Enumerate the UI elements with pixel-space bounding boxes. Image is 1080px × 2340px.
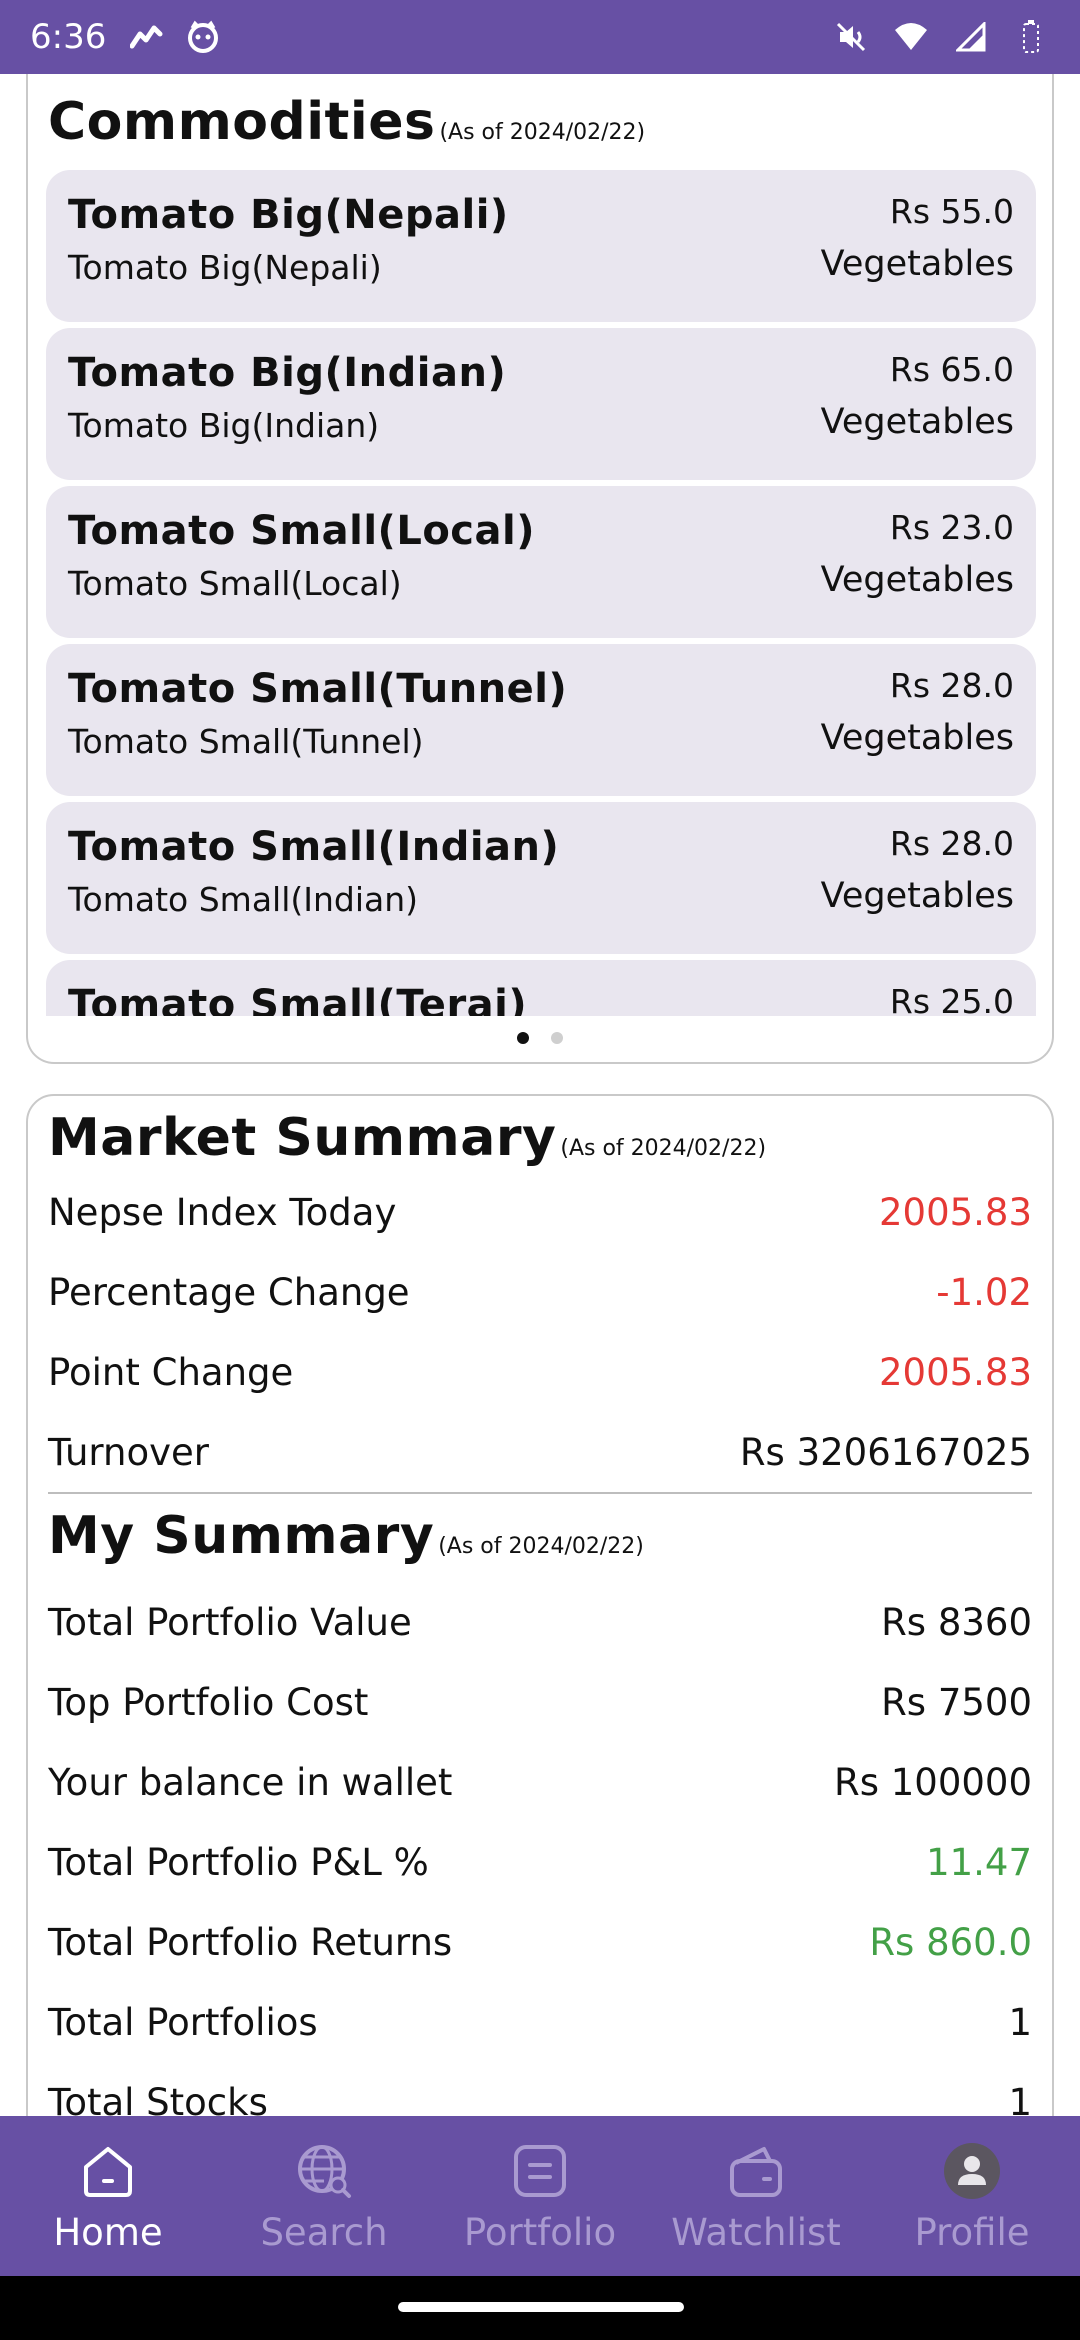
row-value: Rs 100000 <box>834 1760 1032 1804</box>
nav-watchlist[interactable]: Watchlist <box>648 2116 864 2276</box>
summary-row: Turnover Rs 3206167025 <box>28 1412 1052 1492</box>
page-dot-active[interactable] <box>517 1032 529 1044</box>
page-dot[interactable] <box>551 1032 563 1044</box>
commodity-item[interactable]: Tomato Small(Local) Tomato Small(Local) … <box>46 486 1036 638</box>
commodity-category: Vegetables <box>820 244 1014 284</box>
wifi-icon <box>892 18 930 56</box>
summary-row: Total Portfolios 1 <box>28 1982 1052 2062</box>
commodity-subtitle: Tomato Small(Local) <box>68 564 402 603</box>
cat-face-icon <box>184 18 222 56</box>
row-value: 11.47 <box>926 1840 1032 1884</box>
nav-search[interactable]: Search <box>216 2116 432 2276</box>
row-label: Turnover <box>48 1430 209 1474</box>
commodity-name: Tomato Small(Local) <box>68 508 535 554</box>
commodity-price: Rs 65.0 <box>889 350 1014 389</box>
portfolio-icon <box>508 2139 572 2203</box>
row-value: -1.02 <box>936 1270 1032 1314</box>
commodity-name: Tomato Small(Indian) <box>68 824 560 870</box>
commodity-category: Vegetables <box>820 402 1014 442</box>
row-value: 2005.83 <box>878 1190 1032 1234</box>
status-time: 6:36 <box>30 17 107 57</box>
activity-icon <box>128 18 166 56</box>
commodities-as-of: (As of 2024/02/22) <box>439 120 646 145</box>
commodity-subtitle: Tomato Big(Nepali) <box>68 248 382 287</box>
commodity-item[interactable]: Tomato Small(Tunnel) Tomato Small(Tunnel… <box>46 644 1036 796</box>
commodity-category: Vegetables <box>820 876 1014 916</box>
nav-home-label: Home <box>53 2210 163 2254</box>
commodity-price: Rs 23.0 <box>889 508 1014 547</box>
summary-row: Top Portfolio Cost Rs 7500 <box>28 1662 1052 1742</box>
summary-row: Your balance in wallet Rs 100000 <box>28 1742 1052 1822</box>
nav-profile[interactable]: Profile <box>864 2116 1080 2276</box>
commodity-subtitle: Tomato Small(Tunnel) <box>68 722 424 761</box>
row-label: Point Change <box>48 1350 294 1394</box>
summary-row: Total Portfolio P&L % 11.47 <box>28 1822 1052 1902</box>
nav-profile-label: Profile <box>914 2210 1030 2254</box>
summary-row: Percentage Change -1.02 <box>28 1252 1052 1332</box>
row-label: Total Portfolio Value <box>48 1600 412 1644</box>
wallet-icon <box>724 2139 788 2203</box>
row-label: Top Portfolio Cost <box>48 1680 369 1724</box>
row-value: Rs 8360 <box>881 1600 1032 1644</box>
nav-portfolio-label: Portfolio <box>463 2210 617 2254</box>
signal-icon <box>952 18 990 56</box>
nav-portfolio[interactable]: Portfolio <box>432 2116 648 2276</box>
commodity-subtitle: Tomato Small(Indian) <box>68 880 419 919</box>
home-gesture-pill[interactable] <box>398 2302 684 2312</box>
row-value: Rs 7500 <box>881 1680 1032 1724</box>
summary-row: Total Portfolio Returns Rs 860.0 <box>28 1902 1052 1982</box>
commodities-card: Commodities (As of 2024/02/22) Tomato Bi… <box>26 74 1054 1064</box>
commodity-price: Rs 28.0 <box>889 824 1014 863</box>
commodity-name: Tomato Big(Nepali) <box>68 192 509 238</box>
commodities-title: Commodities <box>48 92 436 152</box>
market-summary-as-of: (As of 2024/02/22) <box>560 1136 767 1161</box>
row-label: Total Portfolio P&L % <box>48 1840 429 1884</box>
summary-row: Nepse Index Today 2005.83 <box>28 1172 1052 1252</box>
row-label: Your balance in wallet <box>48 1760 453 1804</box>
bottom-navigation: Home Search Portfolio Watchlist Profile <box>0 2116 1080 2276</box>
status-bar: 6:36 <box>0 0 1080 74</box>
row-label: Nepse Index Today <box>48 1190 397 1234</box>
globe-search-icon <box>292 2139 356 2203</box>
commodity-item[interactable]: Tomato Big(Indian) Tomato Big(Indian) Rs… <box>46 328 1036 480</box>
commodity-price: Rs 25.0 <box>889 982 1014 1016</box>
summary-row: Total Portfolio Value Rs 8360 <box>28 1582 1052 1662</box>
nav-home[interactable]: Home <box>0 2116 216 2276</box>
commodity-list[interactable]: Tomato Big(Nepali) Tomato Big(Nepali) Rs… <box>46 170 1036 1016</box>
row-value: Rs 860.0 <box>869 1920 1032 1964</box>
commodity-name: Tomato Big(Indian) <box>68 350 507 396</box>
home-icon <box>76 2139 140 2203</box>
profile-icon <box>940 2139 1004 2203</box>
row-value: 1 <box>1008 2000 1032 2044</box>
commodity-name: Tomato Small(Terai) <box>68 982 528 1016</box>
muted-icon <box>832 18 870 56</box>
row-value: Rs 3206167025 <box>739 1430 1032 1474</box>
commodity-category: Vegetables <box>820 560 1014 600</box>
nav-watchlist-label: Watchlist <box>671 2210 841 2254</box>
my-summary-title: My Summary <box>48 1506 435 1566</box>
summary-card: Market Summary (As of 2024/02/22) Nepse … <box>26 1094 1054 2194</box>
commodity-item[interactable]: Tomato Small(Terai) Rs 25.0 <box>46 960 1036 1016</box>
commodity-item[interactable]: Tomato Big(Nepali) Tomato Big(Nepali) Rs… <box>46 170 1036 322</box>
commodity-item[interactable]: Tomato Small(Indian) Tomato Small(Indian… <box>46 802 1036 954</box>
market-summary-title: Market Summary <box>48 1108 557 1168</box>
commodity-name: Tomato Small(Tunnel) <box>68 666 568 712</box>
row-label: Percentage Change <box>48 1270 410 1314</box>
commodity-price: Rs 28.0 <box>889 666 1014 705</box>
row-label: Total Portfolio Returns <box>48 1920 453 1964</box>
commodity-price: Rs 55.0 <box>889 192 1014 231</box>
battery-icon <box>1012 18 1050 56</box>
row-value: 2005.83 <box>878 1350 1032 1394</box>
my-summary-as-of: (As of 2024/02/22) <box>438 1534 644 1559</box>
row-label: Total Portfolios <box>48 2000 318 2044</box>
page-indicator[interactable] <box>28 1032 1052 1044</box>
nav-search-label: Search <box>260 2210 388 2254</box>
commodity-subtitle: Tomato Big(Indian) <box>68 406 380 445</box>
summary-row: Point Change 2005.83 <box>28 1332 1052 1412</box>
gesture-bar <box>0 2276 1080 2340</box>
commodity-category: Vegetables <box>820 718 1014 758</box>
